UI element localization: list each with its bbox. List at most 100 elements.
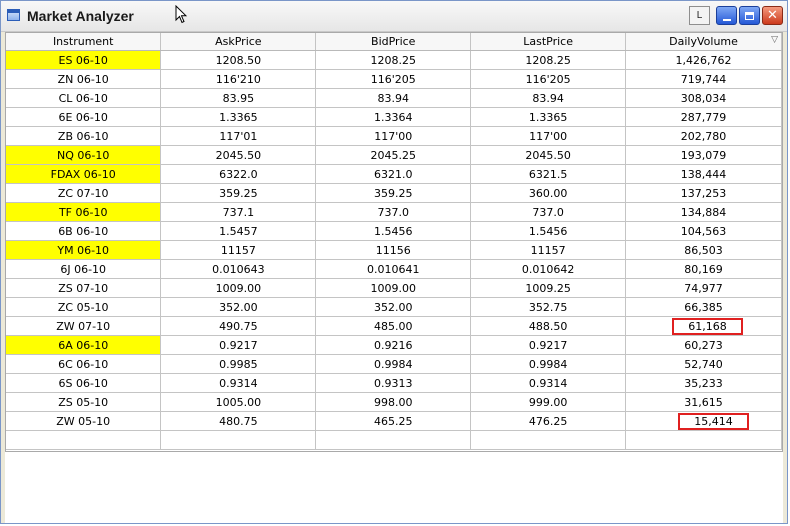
cell-volume[interactable]: 1,426,762: [625, 50, 782, 70]
column-header-askprice[interactable]: AskPrice: [160, 33, 317, 51]
cell-bid[interactable]: 2045.25: [315, 145, 472, 165]
cell-volume[interactable]: 719,744: [625, 69, 782, 89]
maximize-button[interactable]: [739, 6, 760, 25]
cell-ask[interactable]: 83.95: [160, 88, 317, 108]
cell-bid[interactable]: 116'205: [315, 69, 472, 89]
market-grid[interactable]: Instrument AskPrice BidPrice LastPrice Daily…: [5, 32, 783, 452]
cell-ask[interactable]: 6322.0: [160, 164, 317, 184]
cell-bid[interactable]: 6321.0: [315, 164, 472, 184]
cell-last[interactable]: 0.9217: [470, 335, 627, 355]
cell-instrument[interactable]: TF 06-10: [6, 202, 162, 222]
cell-volume[interactable]: 193,079: [625, 145, 782, 165]
cell-last[interactable]: 0.9984: [470, 354, 627, 374]
cell-last[interactable]: 488.50: [470, 316, 627, 336]
table-row[interactable]: 6J 06-10 0.010643 0.010641 0.010642 80,169: [6, 259, 782, 279]
cell-volume[interactable]: 137,253: [625, 183, 782, 203]
table-row[interactable]: ZS 07-10 1009.00 1009.00 1009.25 74,977: [6, 278, 782, 298]
cell-last[interactable]: 1009.25: [470, 278, 627, 298]
cell-bid[interactable]: 0.9313: [315, 373, 472, 393]
cell-ask[interactable]: 1009.00: [160, 278, 317, 298]
cell-instrument[interactable]: ZW 07-10: [6, 316, 162, 336]
table-row[interactable]: ZN 06-10 116'210 116'205 116'205 719,744: [6, 69, 782, 89]
cell-instrument[interactable]: 6J 06-10: [6, 259, 162, 279]
cell-instrument[interactable]: ZN 06-10: [6, 69, 162, 89]
cell-ask[interactable]: 1208.50: [160, 50, 317, 70]
cell-ask[interactable]: 1005.00: [160, 392, 317, 412]
cell-last[interactable]: 999.00: [470, 392, 627, 412]
title-bar[interactable]: Market Analyzer L ✕: [1, 1, 787, 32]
cell-volume[interactable]: 134,884: [625, 202, 782, 222]
cell-volume[interactable]: 138,444: [625, 164, 782, 184]
cell-bid[interactable]: 0.010641: [315, 259, 472, 279]
cell-volume[interactable]: 52,740: [625, 354, 782, 374]
cell-ask[interactable]: 0.010643: [160, 259, 317, 279]
cell-bid[interactable]: 83.94: [315, 88, 472, 108]
cell-instrument[interactable]: 6B 06-10: [6, 221, 162, 241]
cell-volume[interactable]: 202,780: [625, 126, 782, 146]
cell-last[interactable]: 360.00: [470, 183, 627, 203]
table-row[interactable]: ZC 05-10 352.00 352.00 352.75 66,385: [6, 297, 782, 317]
cell-last[interactable]: 476.25: [470, 411, 627, 431]
table-row[interactable]: ZC 07-10 359.25 359.25 360.00 137,253: [6, 183, 782, 203]
cell-instrument[interactable]: YM 06-10: [6, 240, 162, 260]
cell-volume[interactable]: 35,233: [625, 373, 782, 393]
cell-bid[interactable]: 1208.25: [315, 50, 472, 70]
cell-bid[interactable]: 352.00: [315, 297, 472, 317]
cell-ask[interactable]: 0.9985: [160, 354, 317, 374]
cell-volume[interactable]: 60,273: [625, 335, 782, 355]
cell-last[interactable]: 83.94: [470, 88, 627, 108]
cell-bid[interactable]: 1.3364: [315, 107, 472, 127]
table-row[interactable]: CL 06-10 83.95 83.94 83.94 308,034: [6, 88, 782, 108]
cell-bid[interactable]: 465.25: [315, 411, 472, 431]
column-header-dailyvolume[interactable]: DailyVolume ▽: [625, 33, 782, 51]
table-row[interactable]: 6E 06-10 1.3365 1.3364 1.3365 287,779: [6, 107, 782, 127]
cell-instrument[interactable]: ZW 05-10: [6, 411, 162, 431]
cell-last[interactable]: 1208.25: [470, 50, 627, 70]
table-row[interactable]: NQ 06-10 2045.50 2045.25 2045.50 193,079: [6, 145, 782, 165]
cell-instrument[interactable]: 6S 06-10: [6, 373, 162, 393]
cell-last[interactable]: 737.0: [470, 202, 627, 222]
cell-last[interactable]: 6321.5: [470, 164, 627, 184]
cell-bid[interactable]: 359.25: [315, 183, 472, 203]
cell-last[interactable]: 2045.50: [470, 145, 627, 165]
cell-ask[interactable]: 0.9314: [160, 373, 317, 393]
cell-ask[interactable]: 737.1: [160, 202, 317, 222]
cell-ask[interactable]: 11157: [160, 240, 317, 260]
table-row[interactable]: FDAX 06-10 6322.0 6321.0 6321.5 138,444: [6, 164, 782, 184]
cell-last[interactable]: 352.75: [470, 297, 627, 317]
cell-ask[interactable]: 2045.50: [160, 145, 317, 165]
cell-bid[interactable]: 0.9984: [315, 354, 472, 374]
cell-ask[interactable]: 1.3365: [160, 107, 317, 127]
cell-volume[interactable]: 61,168: [625, 316, 782, 336]
table-row[interactable]: TF 06-10 737.1 737.0 737.0 134,884: [6, 202, 782, 222]
sort-descending-icon[interactable]: ▽: [771, 35, 778, 45]
cell-last[interactable]: 11157: [470, 240, 627, 260]
cell-instrument[interactable]: 6E 06-10: [6, 107, 162, 127]
cell-instrument[interactable]: ZB 06-10: [6, 126, 162, 146]
cell-volume[interactable]: 74,977: [625, 278, 782, 298]
cell-instrument[interactable]: ZC 07-10: [6, 183, 162, 203]
cell-bid[interactable]: 998.00: [315, 392, 472, 412]
cell-instrument[interactable]: NQ 06-10: [6, 145, 162, 165]
cell-ask[interactable]: 359.25: [160, 183, 317, 203]
table-row[interactable]: ES 06-10 1208.50 1208.25 1208.25 1,426,762: [6, 50, 782, 70]
minimize-button[interactable]: [716, 6, 737, 25]
cell-volume[interactable]: 104,563: [625, 221, 782, 241]
cell-instrument[interactable]: ZS 05-10: [6, 392, 162, 412]
table-row[interactable]: ZW 05-10 480.75 465.25 476.25 15,414: [6, 411, 782, 431]
cell-ask[interactable]: 490.75: [160, 316, 317, 336]
cell-instrument[interactable]: FDAX 06-10: [6, 164, 162, 184]
cell-volume[interactable]: 308,034: [625, 88, 782, 108]
cell-instrument[interactable]: ZC 05-10: [6, 297, 162, 317]
cell-instrument[interactable]: ES 06-10: [6, 50, 162, 70]
cell-ask[interactable]: 116'210: [160, 69, 317, 89]
cell-bid[interactable]: 11156: [315, 240, 472, 260]
link-button[interactable]: L: [689, 6, 710, 25]
table-row[interactable]: 6A 06-10 0.9217 0.9216 0.9217 60,273: [6, 335, 782, 355]
table-row[interactable]: ZW 07-10 490.75 485.00 488.50 61,168: [6, 316, 782, 336]
cell-volume[interactable]: 15,414: [625, 411, 782, 431]
cell-ask[interactable]: 480.75: [160, 411, 317, 431]
cell-bid[interactable]: 1.5456: [315, 221, 472, 241]
cell-ask[interactable]: 1.5457: [160, 221, 317, 241]
cell-last[interactable]: 0.010642: [470, 259, 627, 279]
